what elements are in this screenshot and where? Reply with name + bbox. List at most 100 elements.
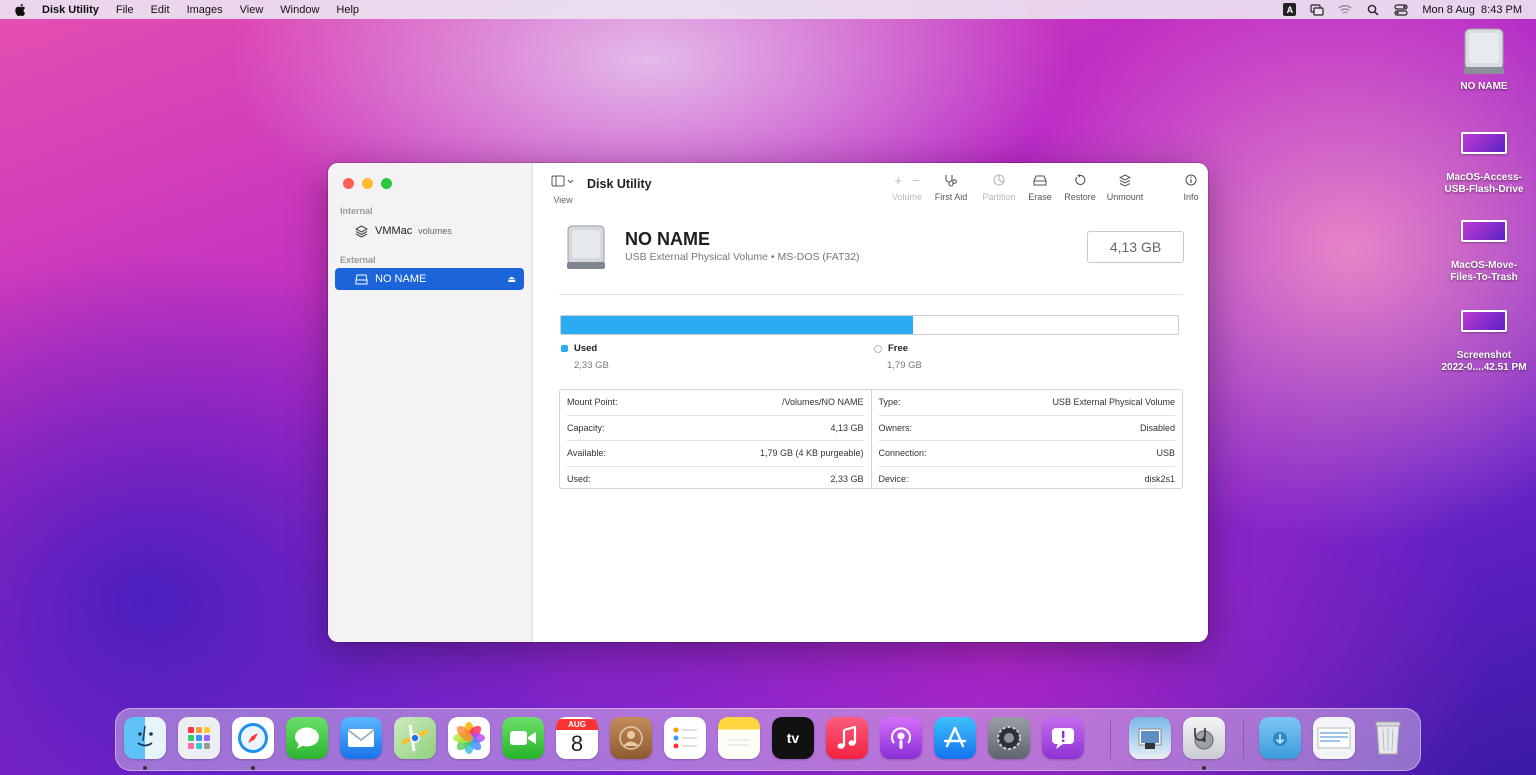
volume-button[interactable]: + − Volume <box>889 173 925 203</box>
info-key: Device: <box>878 473 909 484</box>
menu-help[interactable]: Help <box>336 4 359 16</box>
minimize-button[interactable] <box>362 178 373 189</box>
screenshot-thumbnail-icon <box>1461 132 1507 154</box>
calendar-day: 8 <box>570 730 584 756</box>
music-icon[interactable] <box>826 717 868 759</box>
menu-images[interactable]: Images <box>187 4 223 16</box>
menu-window[interactable]: Window <box>280 4 319 16</box>
desktop-item-screenshot[interactable]: Screenshot 2022-0....42.51 PM <box>1429 310 1536 374</box>
info-row: Owners: Disabled <box>878 416 1175 441</box>
restore-button[interactable]: Restore <box>1062 173 1098 202</box>
photos-icon[interactable] <box>448 717 490 759</box>
spotlight-search-icon[interactable] <box>1366 4 1380 16</box>
pie-partition-icon <box>979 173 1019 187</box>
drive-icon <box>354 272 368 286</box>
menu-edit[interactable]: Edit <box>151 4 170 16</box>
finder-icon[interactable] <box>124 717 166 759</box>
feedback-assistant-icon[interactable] <box>1042 717 1084 759</box>
info-column-left: Mount Point: /Volumes/NO NAME Capacity: 4,… <box>560 390 871 488</box>
dock: AUG 8 tv <box>115 708 1421 771</box>
contacts-icon[interactable] <box>610 717 652 759</box>
stethoscope-icon <box>931 173 971 187</box>
unmount-button[interactable]: Unmount <box>1104 173 1146 202</box>
legend-free-label: Free <box>888 343 909 354</box>
mail-icon[interactable] <box>340 717 382 759</box>
appletv-icon[interactable]: tv <box>772 717 814 759</box>
info-value: Disabled <box>1139 422 1175 433</box>
erase-label: Erase <box>1028 192 1052 202</box>
menu-bar: Disk Utility File Edit Images View Windo… <box>0 0 1536 19</box>
toolbar: View Disk Utility + − Volume First Aid Pa… <box>533 163 1208 211</box>
info-value: 4,13 GB <box>830 422 864 433</box>
screen-mirroring-icon[interactable] <box>1310 3 1324 16</box>
partition-label: Partition <box>982 192 1016 202</box>
divider <box>559 294 1183 295</box>
info-key: Capacity: <box>567 422 605 433</box>
podcasts-icon[interactable] <box>880 717 922 759</box>
dock-separator <box>1243 719 1244 759</box>
desktop-item-usb-flash[interactable]: MacOS-Access- USB-Flash-Drive <box>1429 132 1536 196</box>
erase-button[interactable]: Erase <box>1025 173 1055 202</box>
info-row: Available: 1,79 GB (4 KB purgeable) <box>567 441 864 467</box>
calendar-month: AUG <box>556 718 598 730</box>
info-row: Mount Point: /Volumes/NO NAME <box>567 390 864 416</box>
sidebar-section-internal: Internal <box>340 206 373 216</box>
first-aid-button[interactable]: First Aid <box>931 173 971 202</box>
downloads-folder-icon[interactable] <box>1259 717 1301 759</box>
calendar-icon[interactable]: AUG 8 <box>556 717 598 759</box>
apple-menu-icon[interactable] <box>14 3 30 17</box>
wifi-icon[interactable] <box>1338 4 1352 16</box>
eject-icon[interactable]: ⏏ <box>507 274 516 285</box>
zoom-button[interactable] <box>381 178 392 189</box>
recent-screenshot-icon[interactable] <box>1313 717 1355 759</box>
desktop-item-label: NO NAME <box>1460 81 1508 92</box>
desktop-item-label: MacOS-Move- Files-To-Trash <box>1450 260 1518 283</box>
screenshot-thumbnail-icon <box>1461 220 1507 242</box>
desktop-item-move-files[interactable]: MacOS-Move- Files-To-Trash <box>1429 220 1536 284</box>
legend-used-value: 2,33 GB <box>574 360 609 372</box>
erase-disk-icon <box>1025 173 1055 187</box>
safari-icon[interactable] <box>232 717 274 759</box>
messages-icon[interactable] <box>286 717 328 759</box>
partition-button[interactable]: Partition <box>979 173 1019 202</box>
running-indicator <box>1202 766 1206 770</box>
menu-view[interactable]: View <box>240 4 264 16</box>
reminders-icon[interactable] <box>664 717 706 759</box>
tv-label: tv <box>786 730 800 746</box>
trash-icon[interactable] <box>1367 717 1409 759</box>
launchpad-icon[interactable] <box>178 717 220 759</box>
info-key: Available: <box>567 448 606 459</box>
facetime-icon[interactable] <box>502 717 544 759</box>
info-value: USB <box>1156 448 1175 459</box>
info-table: Mount Point: /Volumes/NO NAME Capacity: 4,… <box>559 389 1183 489</box>
legend-free: Free 1,79 GB <box>874 343 922 371</box>
close-button[interactable] <box>343 178 354 189</box>
sidebar: Internal VMMac volumes External NO NAME … <box>328 163 533 642</box>
desktop-item-no-name[interactable]: NO NAME <box>1429 27 1536 93</box>
first-aid-label: First Aid <box>934 192 968 202</box>
notes-icon[interactable] <box>718 717 760 759</box>
maps-icon[interactable] <box>394 717 436 759</box>
disk-utility-icon[interactable] <box>1183 717 1225 759</box>
info-button[interactable]: Info <box>1179 173 1203 202</box>
menu-app-name[interactable]: Disk Utility <box>42 4 99 16</box>
info-key: Mount Point: <box>567 397 618 408</box>
info-key: Used: <box>567 473 591 484</box>
sidebar-item-vmmac[interactable]: VMMac volumes <box>335 220 524 242</box>
preview-icon[interactable] <box>1129 717 1171 759</box>
input-source-icon[interactable]: A <box>1283 3 1297 16</box>
menu-file[interactable]: File <box>116 4 134 16</box>
control-center-icon[interactable] <box>1394 3 1408 16</box>
info-row: Device: disk2s1 <box>879 467 1176 492</box>
capacity-box: 4,13 GB <box>1087 231 1184 263</box>
appstore-icon[interactable] <box>934 717 976 759</box>
sidebar-item-no-name[interactable]: NO NAME ⏏ <box>335 268 524 290</box>
window-controls <box>343 178 392 189</box>
menu-clock[interactable]: Mon 8 Aug 8:43 PM <box>1422 4 1522 16</box>
restore-label: Restore <box>1064 192 1096 202</box>
desktop-item-label: Screenshot 2022-0....42.51 PM <box>1441 350 1527 373</box>
system-preferences-icon[interactable] <box>988 717 1030 759</box>
info-value: 2,33 GB <box>830 473 864 484</box>
view-button[interactable]: View <box>548 174 578 205</box>
volume-label: Volume <box>891 192 923 202</box>
